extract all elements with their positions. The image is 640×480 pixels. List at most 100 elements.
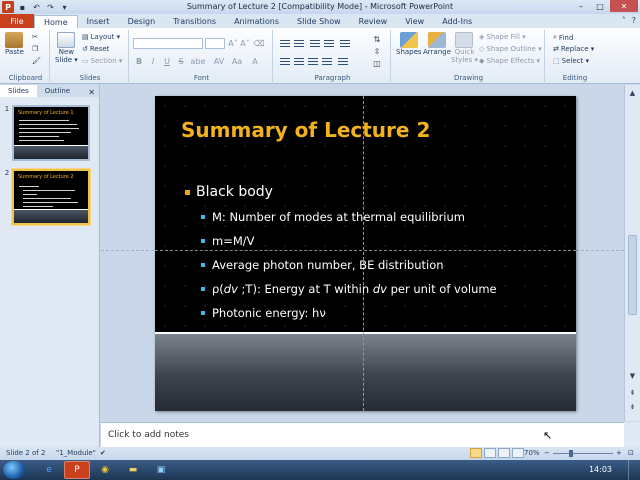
copy-icon[interactable]: ❐ — [32, 45, 38, 53]
increase-indent-icon[interactable] — [323, 38, 335, 49]
slide-editing-area[interactable]: Summary of Lecture 2 Black body M: Numbe… — [101, 85, 624, 421]
scrollbar-thumb[interactable] — [628, 235, 637, 315]
chrome-icon[interactable]: ◉ — [92, 461, 118, 479]
tab-home[interactable]: Home — [34, 15, 78, 28]
tab-review[interactable]: Review — [350, 15, 397, 28]
slide-title[interactable]: Summary of Lecture 2 — [181, 118, 430, 142]
tab-slide-show[interactable]: Slide Show — [288, 15, 350, 28]
ie-icon[interactable]: e — [36, 461, 62, 479]
font-name-combo[interactable] — [133, 38, 203, 49]
decrease-indent-icon[interactable] — [309, 38, 321, 49]
normal-view-button[interactable] — [470, 448, 482, 458]
tab-file[interactable]: File — [0, 14, 34, 28]
align-center-icon[interactable] — [293, 56, 305, 67]
arrange-button[interactable]: Arrange — [423, 32, 451, 56]
format-painter-icon[interactable]: 🖌 — [32, 57, 41, 65]
align-text-icon[interactable]: ⇳ — [371, 46, 383, 57]
text-direction-icon[interactable]: ⇅ — [371, 34, 383, 45]
shapes-button[interactable]: Shapes — [396, 32, 422, 56]
layout-button[interactable]: ▤ Layout ▾ — [82, 33, 120, 41]
slide-thumbnail-row-1[interactable]: 1 Summary of Lecture 1 — [2, 105, 90, 161]
tab-animations[interactable]: Animations — [225, 15, 288, 28]
notes-scrollbar[interactable] — [624, 422, 640, 447]
font-color-button[interactable]: A — [249, 56, 261, 67]
explorer-icon[interactable]: ▬ — [120, 461, 146, 479]
character-spacing-button[interactable]: AV — [211, 56, 227, 67]
slide-canvas[interactable]: Summary of Lecture 2 Black body M: Numbe… — [155, 96, 576, 411]
shrink-font-button[interactable]: A˅ — [239, 38, 251, 49]
grow-font-button[interactable]: A˄ — [227, 38, 239, 49]
slide-thumbnail-row-2[interactable]: 2 Summary of Lecture 2 — [2, 169, 90, 225]
app-icon[interactable]: ▣ — [148, 461, 174, 479]
zoom-slider-track[interactable] — [553, 453, 613, 454]
tab-outline[interactable]: Outline — [37, 85, 78, 97]
zoom-slider-knob[interactable] — [569, 450, 573, 457]
start-button-icon[interactable] — [3, 461, 25, 479]
shape-fill-button[interactable]: ◈ Shape Fill ▾ — [479, 33, 526, 41]
vertical-scrollbar[interactable]: ▲ ▼ ⇞ ⇟ — [624, 85, 640, 421]
slide-show-view-button[interactable] — [512, 448, 524, 458]
shape-outline-button[interactable]: ◇ Shape Outline ▾ — [479, 45, 542, 53]
bullets-icon[interactable] — [279, 38, 291, 49]
powerpoint-icon[interactable]: P — [64, 461, 90, 479]
show-desktop-button[interactable] — [628, 460, 640, 480]
replace-button[interactable]: ⇄ Replace ▾ — [553, 45, 594, 53]
underline-button[interactable]: U — [161, 56, 173, 67]
quick-styles-button[interactable]: Quick Styles ▾ — [451, 32, 478, 64]
sub-bullet-modes[interactable]: M: Number of modes at thermal equilibriu… — [201, 210, 465, 224]
help-icon[interactable]: ? — [632, 16, 636, 25]
shape-effects-button[interactable]: ◆ Shape Effects ▾ — [479, 57, 540, 65]
close-button[interactable]: ✕ — [610, 0, 638, 12]
slide-thumbnail[interactable]: Summary of Lecture 1 — [12, 105, 90, 161]
section-button[interactable]: ▭ Section ▾ — [82, 57, 122, 65]
tab-insert[interactable]: Insert — [78, 15, 119, 28]
slide-thumbnail-selected[interactable]: Summary of Lecture 2 — [12, 169, 90, 225]
pane-close-icon[interactable]: ✕ — [88, 88, 95, 97]
tab-view[interactable]: View — [396, 15, 433, 28]
system-clock[interactable]: 14:03 — [589, 465, 612, 474]
spell-check-icon[interactable]: ✔ — [100, 449, 106, 457]
line-spacing-icon[interactable] — [339, 38, 351, 49]
sub-bullet-m-ratio[interactable]: m=M/V — [201, 234, 255, 248]
columns-icon[interactable] — [337, 56, 349, 67]
fit-to-window-icon[interactable]: ⊡ — [628, 449, 634, 457]
align-right-icon[interactable] — [307, 56, 319, 67]
slide-sorter-view-button[interactable] — [484, 448, 496, 458]
bullet-black-body[interactable]: Black body — [185, 184, 273, 200]
smartart-icon[interactable]: ◫ — [371, 58, 383, 69]
tab-design[interactable]: Design — [119, 15, 165, 28]
strikethrough-button[interactable]: S — [175, 56, 187, 67]
tab-add-ins[interactable]: Add-Ins — [433, 15, 481, 28]
scroll-down-icon[interactable]: ▼ — [627, 370, 638, 381]
justify-icon[interactable] — [321, 56, 333, 67]
sub-bullet-photon-number[interactable]: Average photon number, BE distribution — [201, 258, 444, 272]
zoom-level[interactable]: 70% — [524, 449, 540, 457]
cut-icon[interactable]: ✂ — [32, 33, 38, 41]
sub-bullet-photonic-energy[interactable]: Photonic energy: hν — [201, 306, 326, 320]
sub-bullet-energy[interactable]: ρ(dv ;T): Energy at T within dv per unit… — [201, 282, 497, 296]
maximize-button[interactable]: □ — [591, 0, 609, 12]
notes-placeholder[interactable]: Click to add notes — [108, 430, 189, 440]
clear-formatting-icon[interactable]: ⌫ — [253, 38, 265, 49]
zoom-in-button[interactable]: + — [616, 449, 622, 457]
find-button[interactable]: ⌕ Find — [553, 33, 573, 42]
next-slide-icon[interactable]: ⇟ — [627, 401, 638, 412]
tab-slides[interactable]: Slides — [0, 85, 37, 97]
reset-button[interactable]: ↺ Reset — [82, 45, 109, 53]
new-slide-button[interactable]: New Slide ▾ — [55, 32, 78, 64]
align-left-icon[interactable] — [279, 56, 291, 67]
numbering-icon[interactable] — [293, 38, 305, 49]
minimize-button[interactable]: – — [572, 0, 590, 12]
paste-button[interactable]: Paste — [5, 32, 24, 56]
bold-button[interactable]: B — [133, 56, 145, 67]
previous-slide-icon[interactable]: ⇞ — [627, 387, 638, 398]
select-button[interactable]: ⬚ Select ▾ — [553, 57, 589, 65]
scroll-up-icon[interactable]: ▲ — [627, 87, 638, 98]
notes-pane[interactable]: Click to add notes ↖ — [101, 422, 624, 447]
shadow-button[interactable]: abe — [189, 56, 207, 67]
tab-transitions[interactable]: Transitions — [164, 15, 225, 28]
change-case-button[interactable]: Aa — [229, 56, 245, 67]
minimize-ribbon-icon[interactable]: ˄ — [622, 16, 626, 25]
italic-button[interactable]: I — [147, 56, 159, 67]
zoom-out-button[interactable]: − — [544, 449, 550, 457]
